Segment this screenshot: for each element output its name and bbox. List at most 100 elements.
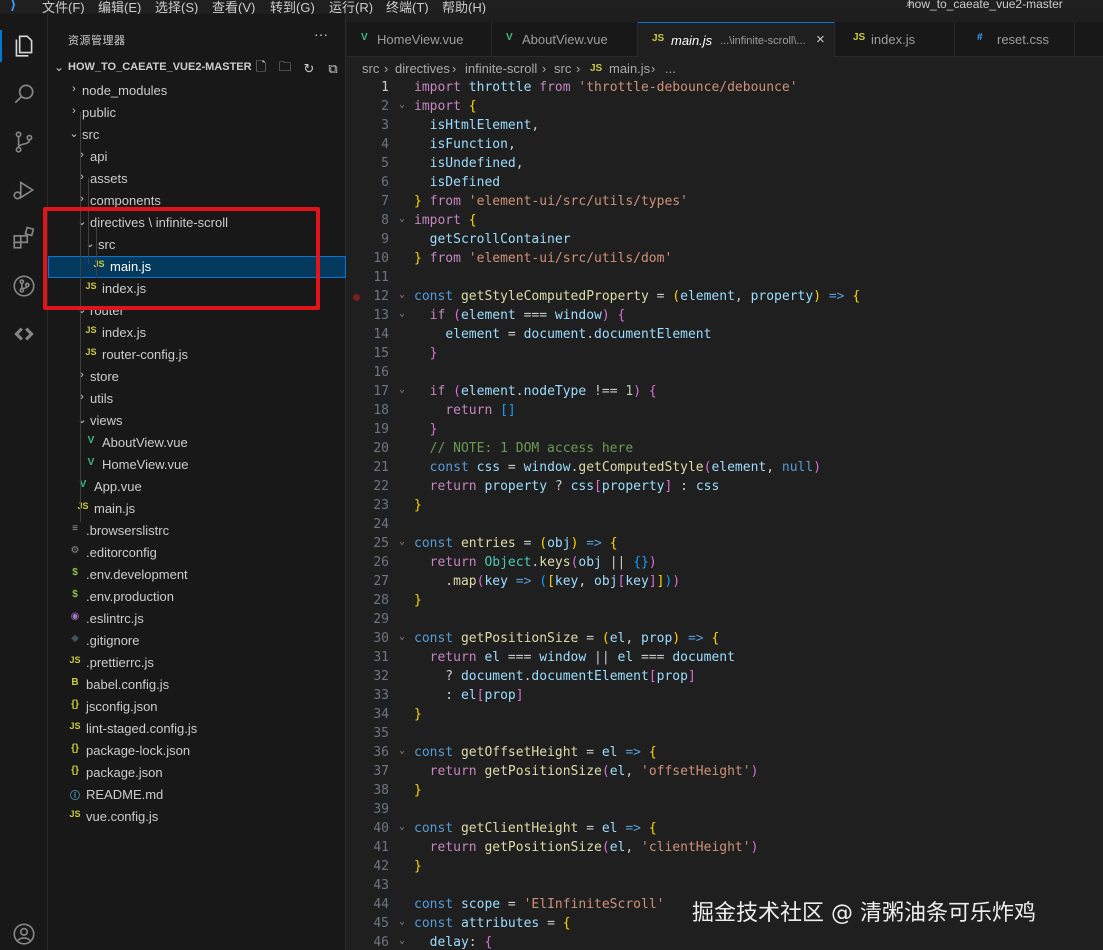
code-line[interactable]: 11 xyxy=(347,269,1103,288)
tree-item[interactable]: JS vue.config.js xyxy=(48,806,346,828)
tree-item[interactable]: ⚙ .editorconfig xyxy=(48,542,346,564)
tree-item[interactable]: ⌄ src xyxy=(48,124,346,146)
tree-item[interactable]: JS main.js xyxy=(48,498,346,520)
code-line[interactable]: 26 return Object.keys(obj || {}) xyxy=(347,554,1103,573)
code-line[interactable]: 43 xyxy=(347,877,1103,896)
tree-item[interactable]: V HomeView.vue xyxy=(48,454,346,476)
refresh-icon[interactable]: ↻ xyxy=(300,61,318,77)
code-line[interactable]: 31 return el === window || el === docume… xyxy=(347,649,1103,668)
git-graph-icon[interactable] xyxy=(0,262,48,310)
extensions-icon[interactable] xyxy=(0,214,48,262)
tree-item[interactable]: ◆ .gitignore xyxy=(48,630,346,652)
code-line[interactable]: 33 : el[prop] xyxy=(347,687,1103,706)
menu-help[interactable]: 帮助(H) xyxy=(442,0,486,14)
code-line[interactable]: 22 return property ? css[property] : css xyxy=(347,478,1103,497)
code-line[interactable]: 6 isDefined xyxy=(347,174,1103,193)
code-editor[interactable]: 1 import throttle from 'throttle-debounce… xyxy=(347,79,1103,950)
tree-item[interactable]: › node_modules xyxy=(48,80,346,102)
tree-item[interactable]: › store xyxy=(48,366,346,388)
code-line[interactable]: 39 xyxy=(347,801,1103,820)
code-line[interactable]: 32 ? document.documentElement[prop] xyxy=(347,668,1103,687)
breadcrumb-item[interactable]: main.js xyxy=(609,61,650,76)
code-line[interactable]: 15 } xyxy=(347,345,1103,364)
tree-item[interactable]: V App.vue xyxy=(48,476,346,498)
fold-chevron-icon[interactable]: ⌄ xyxy=(399,99,405,110)
fold-chevron-icon[interactable]: ⌄ xyxy=(399,213,405,224)
tab-reset-css[interactable]: # reset.css xyxy=(955,22,1075,57)
tree-item[interactable]: Bbabel.config.js xyxy=(48,674,346,696)
menu-selection[interactable]: 选择(S) xyxy=(155,0,198,14)
fold-chevron-icon[interactable]: ⌄ xyxy=(399,384,405,395)
code-line[interactable]: 4 isFunction, xyxy=(347,136,1103,155)
tree-item[interactable]: JS lint-staged.config.js xyxy=(48,718,346,740)
project-header[interactable]: ⌄ HOW_TO_CAEATE_VUE2-MASTER 🗋 🗀 ↻ ⧉ xyxy=(48,58,346,80)
tree-item[interactable]: ◉ .eslintrc.js xyxy=(48,608,346,630)
close-icon[interactable]: × xyxy=(816,31,825,48)
tree-item[interactable]: $ .env.production xyxy=(48,586,346,608)
new-folder-icon[interactable]: 🗀 xyxy=(276,58,294,80)
code-line[interactable]: 8 ⌄ import { xyxy=(347,212,1103,231)
new-file-icon[interactable]: 🗋 xyxy=(252,58,270,80)
code-line[interactable]: 29 xyxy=(347,611,1103,630)
tree-item[interactable]: {} package-lock.json xyxy=(48,740,346,762)
menu-edit[interactable]: 编辑(E) xyxy=(98,0,141,14)
menu-file[interactable]: 文件(F) xyxy=(42,0,85,14)
breadcrumb-item[interactable]: infinite-scroll xyxy=(465,61,537,76)
more-actions-icon[interactable]: ··· xyxy=(314,26,328,42)
code-line[interactable]: 23} xyxy=(347,497,1103,516)
menu-terminal[interactable]: 终端(T) xyxy=(386,0,429,14)
tree-item[interactable]: JS .prettierrc.js xyxy=(48,652,346,674)
menu-go[interactable]: 转到(G) xyxy=(270,0,315,14)
run-debug-icon[interactable] xyxy=(0,166,48,214)
code-line[interactable]: 17 ⌄ if (element.nodeType !== 1) { xyxy=(347,383,1103,402)
fold-chevron-icon[interactable]: ⌄ xyxy=(399,631,405,642)
code-line[interactable]: 30 ⌄ const getPositionSize = (el, prop) =>… xyxy=(347,630,1103,649)
code-line[interactable]: 9 getScrollContainer xyxy=(347,231,1103,250)
code-line[interactable]: 1 import throttle from 'throttle-debounce… xyxy=(347,79,1103,98)
code-line[interactable]: 7} from 'element-ui/src/utils/types' xyxy=(347,193,1103,212)
breadcrumb-item[interactable]: src xyxy=(362,61,379,76)
tab-index-js[interactable]: JS index.js xyxy=(835,22,955,57)
remote-explorer-icon[interactable] xyxy=(0,310,48,358)
code-line[interactable]: 24 xyxy=(347,516,1103,535)
explorer-icon[interactable] xyxy=(0,22,48,70)
fold-chevron-icon[interactable]: ⌄ xyxy=(399,916,405,927)
code-line[interactable]: 37 return getPositionSize(el, 'offsetHei… xyxy=(347,763,1103,782)
source-control-icon[interactable] xyxy=(0,118,48,166)
account-icon[interactable] xyxy=(0,910,48,950)
tree-item[interactable]: $ .env.development xyxy=(48,564,346,586)
code-line[interactable]: 16 xyxy=(347,364,1103,383)
tree-item[interactable]: › utils xyxy=(48,388,346,410)
tree-item[interactable]: ⌄ views xyxy=(48,410,346,432)
code-line[interactable]: 28} xyxy=(347,592,1103,611)
fold-chevron-icon[interactable]: ⌄ xyxy=(399,745,405,756)
code-line[interactable]: 5 isUndefined, xyxy=(347,155,1103,174)
code-line[interactable]: 19 } xyxy=(347,421,1103,440)
tab-homeview[interactable]: V HomeView.vue xyxy=(347,22,492,57)
tree-item[interactable]: ≡ .browserslistrc xyxy=(48,520,346,542)
menu-view[interactable]: 查看(V) xyxy=(212,0,255,14)
tree-item[interactable]: › public xyxy=(48,102,346,124)
code-line[interactable]: 25 ⌄ const entries = (obj) => { xyxy=(347,535,1103,554)
tab-aboutview[interactable]: V AboutView.vue xyxy=(492,22,638,57)
code-line[interactable]: 10} from 'element-ui/src/utils/dom' xyxy=(347,250,1103,269)
code-line[interactable]: 20 // NOTE: 1 DOM access here xyxy=(347,440,1103,459)
code-line[interactable]: 38} xyxy=(347,782,1103,801)
fold-chevron-icon[interactable]: ⌄ xyxy=(399,308,405,319)
search-icon[interactable] xyxy=(0,70,48,118)
code-line[interactable]: 21 const css = window.getComputedStyle(e… xyxy=(347,459,1103,478)
breadcrumb-item[interactable]: ... xyxy=(665,61,676,76)
breadcrumb-item[interactable]: directives xyxy=(395,61,450,76)
tree-item[interactable]: ⓘ README.md xyxy=(48,784,346,806)
code-line[interactable]: 41 return getPositionSize(el, 'clientHei… xyxy=(347,839,1103,858)
tab-main-js[interactable]: JS main.js ...\infinite-scroll\... × xyxy=(638,22,835,57)
breadcrumb-item[interactable]: src xyxy=(554,61,571,76)
menu-run[interactable]: 运行(R) xyxy=(329,0,373,14)
code-line[interactable]: 35 xyxy=(347,725,1103,744)
code-line[interactable]: 18 return [] xyxy=(347,402,1103,421)
tree-item[interactable]: › api xyxy=(48,146,346,168)
code-line[interactable]: 14 element = document.documentElement xyxy=(347,326,1103,345)
code-line[interactable]: 2 ⌄ import { xyxy=(347,98,1103,117)
tree-item[interactable]: JS router-config.js xyxy=(48,344,346,366)
code-line[interactable]: 34} xyxy=(347,706,1103,725)
